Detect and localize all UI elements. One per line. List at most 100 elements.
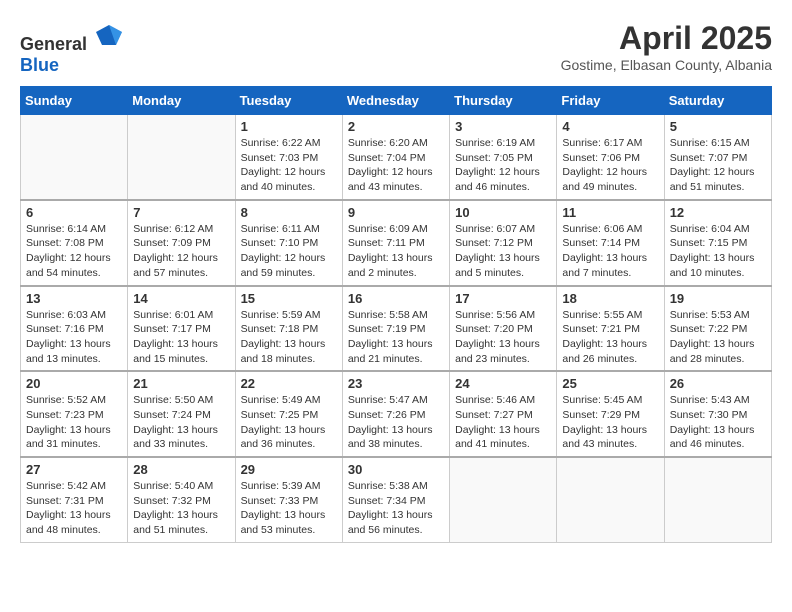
day-info: Sunrise: 6:01 AM Sunset: 7:17 PM Dayligh… bbox=[133, 308, 229, 367]
calendar-day-cell: 19 Sunrise: 5:53 AM Sunset: 7:22 PM Dayli… bbox=[664, 286, 771, 372]
day-info: Sunrise: 6:19 AM Sunset: 7:05 PM Dayligh… bbox=[455, 136, 551, 195]
day-number: 20 bbox=[26, 376, 122, 391]
column-header-saturday: Saturday bbox=[664, 87, 771, 115]
calendar-table: SundayMondayTuesdayWednesdayThursdayFrid… bbox=[20, 86, 772, 543]
day-number: 29 bbox=[241, 462, 337, 477]
day-info: Sunrise: 5:40 AM Sunset: 7:32 PM Dayligh… bbox=[133, 479, 229, 538]
day-info: Sunrise: 5:58 AM Sunset: 7:19 PM Dayligh… bbox=[348, 308, 444, 367]
day-number: 5 bbox=[670, 119, 766, 134]
calendar-day-cell: 20 Sunrise: 5:52 AM Sunset: 7:23 PM Dayli… bbox=[21, 371, 128, 457]
day-info: Sunrise: 6:04 AM Sunset: 7:15 PM Dayligh… bbox=[670, 222, 766, 281]
calendar-header-row: SundayMondayTuesdayWednesdayThursdayFrid… bbox=[21, 87, 772, 115]
day-info: Sunrise: 5:50 AM Sunset: 7:24 PM Dayligh… bbox=[133, 393, 229, 452]
calendar-day-cell: 30 Sunrise: 5:38 AM Sunset: 7:34 PM Dayli… bbox=[342, 457, 449, 542]
logo-text: General Blue bbox=[20, 20, 124, 76]
day-number: 22 bbox=[241, 376, 337, 391]
day-info: Sunrise: 5:43 AM Sunset: 7:30 PM Dayligh… bbox=[670, 393, 766, 452]
calendar-week-row: 1Sunrise: 6:22 AM Sunset: 7:03 PM Daylig… bbox=[21, 115, 772, 200]
calendar-day-cell: 23 Sunrise: 5:47 AM Sunset: 7:26 PM Dayli… bbox=[342, 371, 449, 457]
calendar-day-cell bbox=[557, 457, 664, 542]
calendar-day-cell: 14Sunrise: 6:01 AM Sunset: 7:17 PM Dayli… bbox=[128, 286, 235, 372]
calendar-day-cell: 28 Sunrise: 5:40 AM Sunset: 7:32 PM Dayli… bbox=[128, 457, 235, 542]
calendar-week-row: 20 Sunrise: 5:52 AM Sunset: 7:23 PM Dayli… bbox=[21, 371, 772, 457]
day-info: Sunrise: 5:39 AM Sunset: 7:33 PM Dayligh… bbox=[241, 479, 337, 538]
day-number: 23 bbox=[348, 376, 444, 391]
calendar-day-cell: 7 Sunrise: 6:12 AM Sunset: 7:09 PM Daylig… bbox=[128, 200, 235, 286]
calendar-day-cell: 4Sunrise: 6:17 AM Sunset: 7:06 PM Daylig… bbox=[557, 115, 664, 200]
day-info: Sunrise: 6:15 AM Sunset: 7:07 PM Dayligh… bbox=[670, 136, 766, 195]
day-number: 16 bbox=[348, 291, 444, 306]
day-number: 30 bbox=[348, 462, 444, 477]
day-number: 17 bbox=[455, 291, 551, 306]
calendar-day-cell: 15Sunrise: 5:59 AM Sunset: 7:18 PM Dayli… bbox=[235, 286, 342, 372]
calendar-day-cell: 24 Sunrise: 5:46 AM Sunset: 7:27 PM Dayli… bbox=[450, 371, 557, 457]
calendar-day-cell: 21 Sunrise: 5:50 AM Sunset: 7:24 PM Dayli… bbox=[128, 371, 235, 457]
day-info: Sunrise: 6:17 AM Sunset: 7:06 PM Dayligh… bbox=[562, 136, 658, 195]
day-number: 26 bbox=[670, 376, 766, 391]
calendar-day-cell: 6Sunrise: 6:14 AM Sunset: 7:08 PM Daylig… bbox=[21, 200, 128, 286]
calendar-day-cell: 16 Sunrise: 5:58 AM Sunset: 7:19 PM Dayli… bbox=[342, 286, 449, 372]
day-info: Sunrise: 6:09 AM Sunset: 7:11 PM Dayligh… bbox=[348, 222, 444, 281]
day-number: 9 bbox=[348, 205, 444, 220]
day-number: 28 bbox=[133, 462, 229, 477]
calendar-day-cell: 27Sunrise: 5:42 AM Sunset: 7:31 PM Dayli… bbox=[21, 457, 128, 542]
day-info: Sunrise: 5:45 AM Sunset: 7:29 PM Dayligh… bbox=[562, 393, 658, 452]
day-number: 19 bbox=[670, 291, 766, 306]
calendar-day-cell: 17 Sunrise: 5:56 AM Sunset: 7:20 PM Dayli… bbox=[450, 286, 557, 372]
column-header-monday: Monday bbox=[128, 87, 235, 115]
day-info: Sunrise: 5:56 AM Sunset: 7:20 PM Dayligh… bbox=[455, 308, 551, 367]
day-info: Sunrise: 5:53 AM Sunset: 7:22 PM Dayligh… bbox=[670, 308, 766, 367]
day-number: 18 bbox=[562, 291, 658, 306]
column-header-thursday: Thursday bbox=[450, 87, 557, 115]
calendar-day-cell: 10 Sunrise: 6:07 AM Sunset: 7:12 PM Dayli… bbox=[450, 200, 557, 286]
calendar-day-cell: 2Sunrise: 6:20 AM Sunset: 7:04 PM Daylig… bbox=[342, 115, 449, 200]
calendar-day-cell: 8 Sunrise: 6:11 AM Sunset: 7:10 PM Daylig… bbox=[235, 200, 342, 286]
day-number: 1 bbox=[241, 119, 337, 134]
calendar-day-cell: 11Sunrise: 6:06 AM Sunset: 7:14 PM Dayli… bbox=[557, 200, 664, 286]
day-number: 11 bbox=[562, 205, 658, 220]
day-info: Sunrise: 5:52 AM Sunset: 7:23 PM Dayligh… bbox=[26, 393, 122, 452]
day-number: 24 bbox=[455, 376, 551, 391]
title-block: April 2025 Gostime, Elbasan County, Alba… bbox=[561, 20, 772, 73]
day-info: Sunrise: 5:49 AM Sunset: 7:25 PM Dayligh… bbox=[241, 393, 337, 452]
calendar-day-cell: 29 Sunrise: 5:39 AM Sunset: 7:33 PM Dayli… bbox=[235, 457, 342, 542]
day-number: 13 bbox=[26, 291, 122, 306]
day-number: 7 bbox=[133, 205, 229, 220]
column-header-wednesday: Wednesday bbox=[342, 87, 449, 115]
calendar-day-cell bbox=[128, 115, 235, 200]
logo-blue: Blue bbox=[20, 55, 59, 75]
day-info: Sunrise: 6:07 AM Sunset: 7:12 PM Dayligh… bbox=[455, 222, 551, 281]
logo: General Blue bbox=[20, 20, 124, 76]
calendar-day-cell: 13Sunrise: 6:03 AM Sunset: 7:16 PM Dayli… bbox=[21, 286, 128, 372]
day-info: Sunrise: 5:46 AM Sunset: 7:27 PM Dayligh… bbox=[455, 393, 551, 452]
calendar-day-cell: 25 Sunrise: 5:45 AM Sunset: 7:29 PM Dayli… bbox=[557, 371, 664, 457]
calendar-day-cell: 1Sunrise: 6:22 AM Sunset: 7:03 PM Daylig… bbox=[235, 115, 342, 200]
page-header: General Blue April 2025 Gostime, Elbasan… bbox=[20, 20, 772, 76]
day-info: Sunrise: 6:12 AM Sunset: 7:09 PM Dayligh… bbox=[133, 222, 229, 281]
month-year-title: April 2025 bbox=[561, 20, 772, 57]
calendar-day-cell: 26 Sunrise: 5:43 AM Sunset: 7:30 PM Dayli… bbox=[664, 371, 771, 457]
day-number: 25 bbox=[562, 376, 658, 391]
day-info: Sunrise: 6:11 AM Sunset: 7:10 PM Dayligh… bbox=[241, 222, 337, 281]
logo-icon bbox=[94, 20, 124, 50]
day-number: 10 bbox=[455, 205, 551, 220]
day-number: 3 bbox=[455, 119, 551, 134]
day-info: Sunrise: 5:55 AM Sunset: 7:21 PM Dayligh… bbox=[562, 308, 658, 367]
logo-general: General bbox=[20, 34, 87, 54]
day-info: Sunrise: 5:47 AM Sunset: 7:26 PM Dayligh… bbox=[348, 393, 444, 452]
calendar-day-cell: 3 Sunrise: 6:19 AM Sunset: 7:05 PM Daylig… bbox=[450, 115, 557, 200]
column-header-friday: Friday bbox=[557, 87, 664, 115]
day-number: 21 bbox=[133, 376, 229, 391]
calendar-day-cell bbox=[21, 115, 128, 200]
calendar-day-cell: 12Sunrise: 6:04 AM Sunset: 7:15 PM Dayli… bbox=[664, 200, 771, 286]
day-info: Sunrise: 5:38 AM Sunset: 7:34 PM Dayligh… bbox=[348, 479, 444, 538]
calendar-day-cell: 9 Sunrise: 6:09 AM Sunset: 7:11 PM Daylig… bbox=[342, 200, 449, 286]
day-number: 27 bbox=[26, 462, 122, 477]
day-number: 8 bbox=[241, 205, 337, 220]
calendar-week-row: 13Sunrise: 6:03 AM Sunset: 7:16 PM Dayli… bbox=[21, 286, 772, 372]
location-subtitle: Gostime, Elbasan County, Albania bbox=[561, 57, 772, 73]
day-info: Sunrise: 5:59 AM Sunset: 7:18 PM Dayligh… bbox=[241, 308, 337, 367]
calendar-day-cell: 22 Sunrise: 5:49 AM Sunset: 7:25 PM Dayli… bbox=[235, 371, 342, 457]
day-number: 2 bbox=[348, 119, 444, 134]
calendar-week-row: 6Sunrise: 6:14 AM Sunset: 7:08 PM Daylig… bbox=[21, 200, 772, 286]
